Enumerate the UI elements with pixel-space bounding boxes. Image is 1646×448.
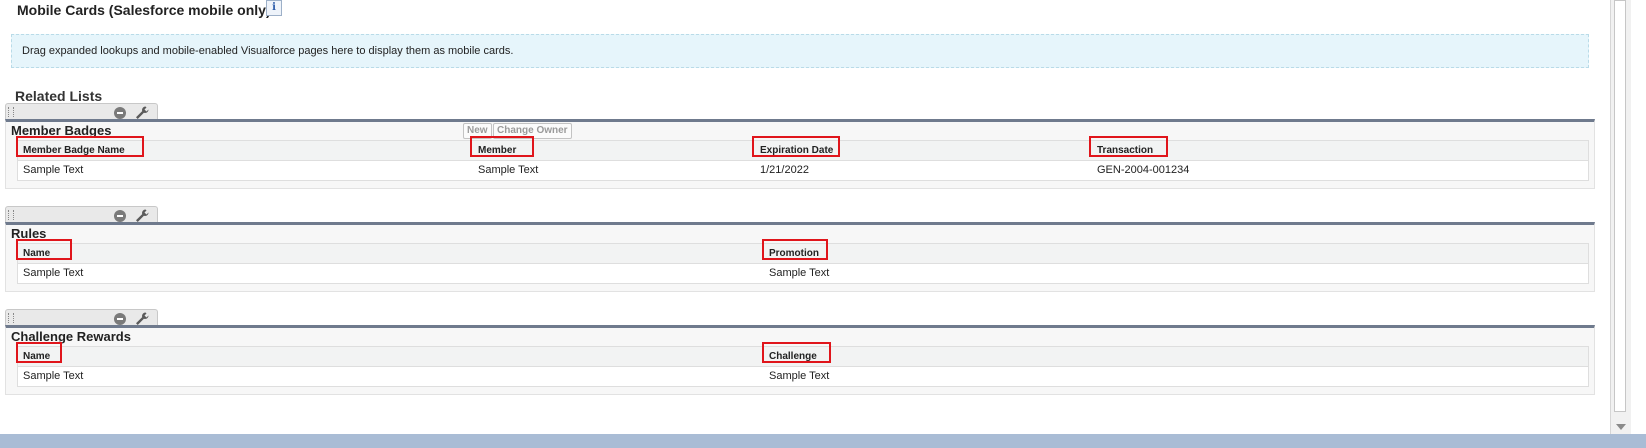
scrollbar-thumb[interactable] <box>1614 0 1626 412</box>
cell-member: Sample Text <box>478 164 539 176</box>
page-layout-editor: Mobile Cards (Salesforce mobile only) i … <box>0 0 1610 434</box>
cell-promotion: Sample Text <box>769 267 830 279</box>
rules-table: Name Promotion Sample Text Sample Text <box>16 239 1589 284</box>
right-margin <box>1631 0 1646 434</box>
highlight-box <box>16 239 72 260</box>
cell-expiration-date: 1/21/2022 <box>760 164 809 176</box>
drag-handle-icon[interactable] <box>8 107 14 117</box>
challenge-rewards-table: Name Challenge Sample Text Sample Text <box>16 342 1589 387</box>
bottom-bar <box>0 434 1646 448</box>
cell-name: Sample Text <box>23 370 84 382</box>
vertical-scrollbar[interactable] <box>1610 0 1631 434</box>
info-icon[interactable]: i <box>266 0 282 16</box>
mobile-cards-drop-zone[interactable]: Drag expanded lookups and mobile-enabled… <box>11 34 1589 68</box>
table-row: Sample Text Sample Text <box>18 367 1588 386</box>
cell-transaction: GEN-2004-001234 <box>1097 164 1190 176</box>
member-badges-section: Member Badges New Change Owner Member Ba… <box>5 119 1595 189</box>
table-row: Sample Text Sample Text 1/21/2022 GEN-20… <box>18 161 1588 180</box>
drag-handle-icon[interactable] <box>8 313 14 323</box>
mobile-cards-title: Mobile Cards (Salesforce mobile only) <box>17 2 271 18</box>
highlight-box <box>16 342 62 363</box>
highlight-box <box>470 136 534 157</box>
scroll-down-arrow-icon[interactable] <box>1616 424 1626 430</box>
table-header: Name Promotion <box>16 239 1588 264</box>
cell-name: Sample Text <box>23 267 84 279</box>
member-badges-table: Member Badge Name Member Expiration Date… <box>16 136 1589 181</box>
minus-circle-icon[interactable] <box>114 107 126 119</box>
highlight-box <box>16 136 144 157</box>
minus-circle-icon[interactable] <box>114 313 126 325</box>
highlight-box <box>762 239 828 260</box>
cell-member-badge-name: Sample Text <box>23 164 84 176</box>
drag-handle-icon[interactable] <box>8 210 14 220</box>
rules-section: Rules Name Promotion Sample Text Sample … <box>5 222 1595 292</box>
table-row: Sample Text Sample Text <box>18 264 1588 283</box>
table-header: Member Badge Name Member Expiration Date… <box>16 136 1588 161</box>
highlight-box <box>762 342 831 363</box>
table-header: Name Challenge <box>16 342 1588 367</box>
minus-circle-icon[interactable] <box>114 210 126 222</box>
related-lists-title: Related Lists <box>15 88 103 104</box>
cell-challenge: Sample Text <box>769 370 830 382</box>
highlight-box <box>1089 136 1168 157</box>
highlight-box <box>752 136 840 157</box>
drop-zone-hint: Drag expanded lookups and mobile-enabled… <box>22 45 514 57</box>
challenge-rewards-section: Challenge Rewards Name Challenge Sample … <box>5 325 1595 395</box>
